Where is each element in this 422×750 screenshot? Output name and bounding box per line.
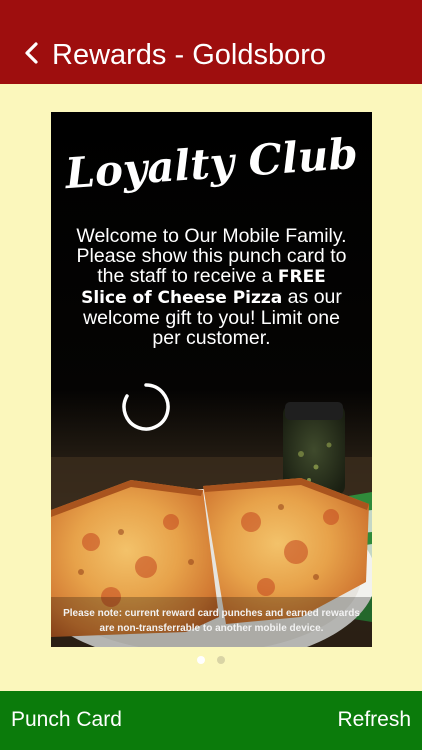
chevron-left-icon <box>25 42 38 64</box>
loyalty-card-image: Loyalty Club Welcome to Our Mobile Famil… <box>51 112 372 647</box>
page-dot[interactable] <box>217 656 225 664</box>
refresh-button[interactable]: Refresh <box>337 707 411 733</box>
welcome-message: Welcome to Our Mobile Family. Please sho… <box>73 226 350 348</box>
header-bar: Rewards - Goldsboro <box>0 0 422 84</box>
page-dot-active[interactable] <box>197 656 205 664</box>
punch-card-button[interactable]: Punch Card <box>11 707 122 733</box>
loading-spinner-icon <box>122 383 170 431</box>
rewards-screen: Rewards - Goldsboro Loyalty Club Welcome… <box>0 0 422 750</box>
back-button[interactable] <box>22 40 44 68</box>
page-title: Rewards - Goldsboro <box>52 39 326 71</box>
transfer-note: Please note: current reward card punches… <box>63 608 360 634</box>
page-indicator[interactable] <box>0 656 422 666</box>
footer-bar: Punch Card Refresh <box>0 691 422 750</box>
